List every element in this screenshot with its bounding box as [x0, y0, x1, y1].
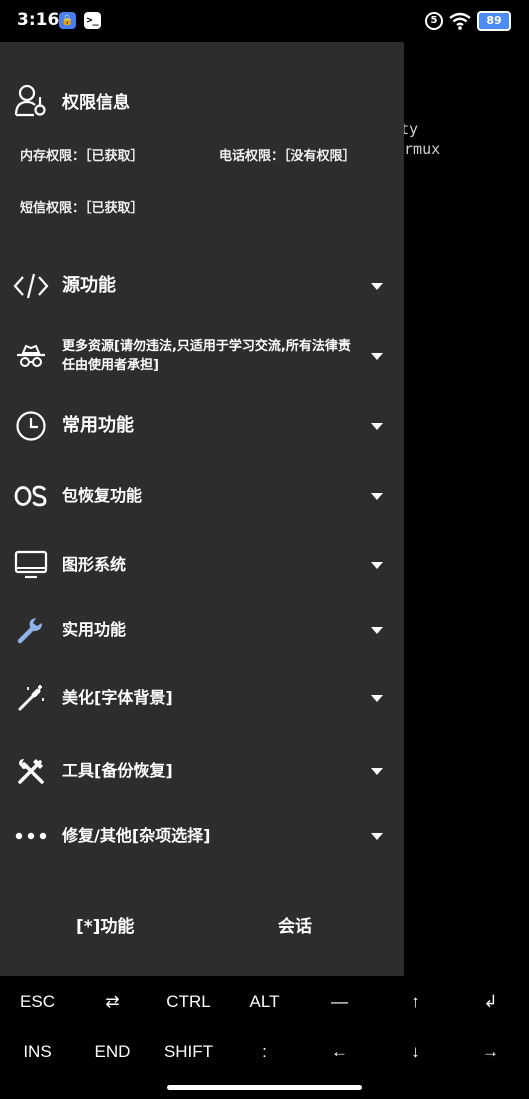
chevron-down-icon [371, 422, 383, 430]
key-tab[interactable]: ⇄ [75, 977, 150, 1027]
chevron-down-icon [371, 767, 383, 775]
menu-item-label: 美化[字体背景] [62, 688, 173, 707]
sms-permission-status: 短信权限：［已获取］ [20, 201, 144, 216]
key-ins[interactable]: INS [0, 1027, 75, 1077]
menu-item-tools-backup[interactable]: 工具[备份恢复] [0, 749, 404, 793]
key-left-arrow[interactable]: ← [302, 1027, 377, 1077]
os-icon [12, 479, 50, 513]
code-icon [12, 269, 50, 303]
menu-item-label: 实用功能 [62, 620, 127, 639]
key-colon[interactable]: : [227, 1027, 302, 1077]
extra-keys-bar: ESC ⇄ CTRL ALT — ↑ ↲ INS END SHIFT : ← ↓… [0, 976, 529, 1076]
status-indicators: 5 89 [425, 11, 511, 31]
functions-button[interactable]: [*]功能 [76, 912, 134, 937]
key-ctrl[interactable]: CTRL [151, 977, 226, 1027]
chevron-down-icon [371, 832, 383, 840]
more-dots-icon [12, 819, 50, 853]
key-alt[interactable]: ALT [227, 977, 302, 1027]
menu-item-beautify[interactable]: 美化[字体背景] [0, 676, 404, 720]
lock-app-icon: 🔒 [59, 12, 76, 29]
menu-item-common-functions[interactable]: 常用功能 [0, 404, 404, 448]
chevron-down-icon [371, 694, 383, 702]
menu-item-label: 源功能 [62, 275, 116, 296]
menu-item-label: 图形系统 [62, 555, 127, 574]
spy-icon [12, 339, 50, 373]
menu-item-label: 常用功能 [62, 415, 134, 436]
key-shift[interactable]: SHIFT [151, 1027, 226, 1077]
permissions-title: 权限信息 [62, 92, 130, 113]
menu-item-label: 更多资源[请勿违法,只适用于学习交流,所有法律责任由使用者承担] [62, 339, 351, 373]
clock-icon [12, 409, 50, 443]
user-settings-icon [14, 84, 46, 117]
wifi-icon [449, 12, 471, 30]
wrench-icon [12, 613, 50, 647]
key-up-arrow[interactable]: ↑ [378, 977, 453, 1027]
tools-icon [12, 754, 50, 788]
chevron-down-icon [371, 626, 383, 634]
magic-wand-icon [12, 681, 50, 715]
menu-item-graphics-system[interactable]: 图形系统 [0, 543, 404, 587]
phone-permission-status: 电话权限：［没有权限］ [219, 149, 356, 164]
status-time: 3:16 [17, 10, 60, 30]
key-right-arrow[interactable]: → [453, 1027, 528, 1077]
menu-item-source-functions[interactable]: 源功能 [0, 264, 404, 308]
session-button[interactable]: 会话 [278, 912, 312, 937]
notification-count-icon: 5 [425, 12, 443, 30]
status-bar: 3:16 🔒 >_ 5 89 [0, 0, 529, 42]
storage-permission-status: 内存权限：［已获取］ [20, 149, 144, 164]
chevron-down-icon [371, 352, 383, 360]
menu-item-label: 包恢复功能 [62, 486, 143, 505]
chevron-down-icon [371, 561, 383, 569]
key-end[interactable]: END [75, 1027, 150, 1077]
permissions-header: 权限信息 [14, 82, 130, 118]
battery-icon: 89 [477, 11, 511, 31]
terminal-app-icon: >_ [84, 12, 101, 29]
menu-item-repair-other[interactable]: 修复/其他[杂项选择] [0, 814, 404, 858]
key-dash[interactable]: — [302, 977, 377, 1027]
chevron-down-icon [371, 492, 383, 500]
menu-item-more-resources[interactable]: 更多资源[请勿违法,只适用于学习交流,所有法律责任由使用者承担] [0, 334, 404, 378]
monitor-icon [12, 548, 50, 582]
key-esc[interactable]: ESC [0, 977, 75, 1027]
chevron-down-icon [371, 282, 383, 290]
key-enter[interactable]: ↲ [453, 977, 528, 1027]
menu-item-label: 修复/其他[杂项选择] [62, 826, 211, 845]
menu-item-utilities[interactable]: 实用功能 [0, 608, 404, 652]
home-indicator[interactable] [167, 1085, 362, 1090]
menu-item-package-restore[interactable]: 包恢复功能 [0, 474, 404, 518]
navigation-drawer: 权限信息 内存权限：［已获取］ 电话权限：［没有权限］ 短信权限：［已获取］ 源… [0, 42, 404, 976]
menu-item-label: 工具[备份恢复] [62, 761, 173, 780]
key-down-arrow[interactable]: ↓ [378, 1027, 453, 1077]
